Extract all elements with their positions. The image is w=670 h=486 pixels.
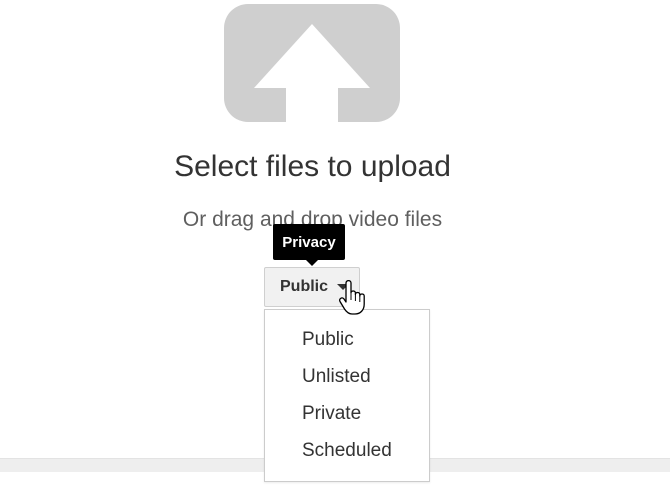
upload-arrow-icon[interactable] (224, 4, 400, 122)
upload-title: Select files to upload (174, 150, 451, 183)
menu-item-unlisted[interactable]: Unlisted (265, 361, 429, 398)
menu-item-scheduled[interactable]: Scheduled (265, 435, 429, 472)
menu-item-private[interactable]: Private (265, 398, 429, 435)
privacy-tooltip: Privacy (273, 224, 345, 266)
menu-item-public[interactable]: Public (265, 324, 429, 361)
privacy-selected-label: Public (280, 278, 329, 295)
hand-cursor-icon (339, 280, 365, 315)
tooltip-label: Privacy (282, 233, 336, 251)
privacy-menu: Public Unlisted Private Scheduled (264, 309, 430, 482)
